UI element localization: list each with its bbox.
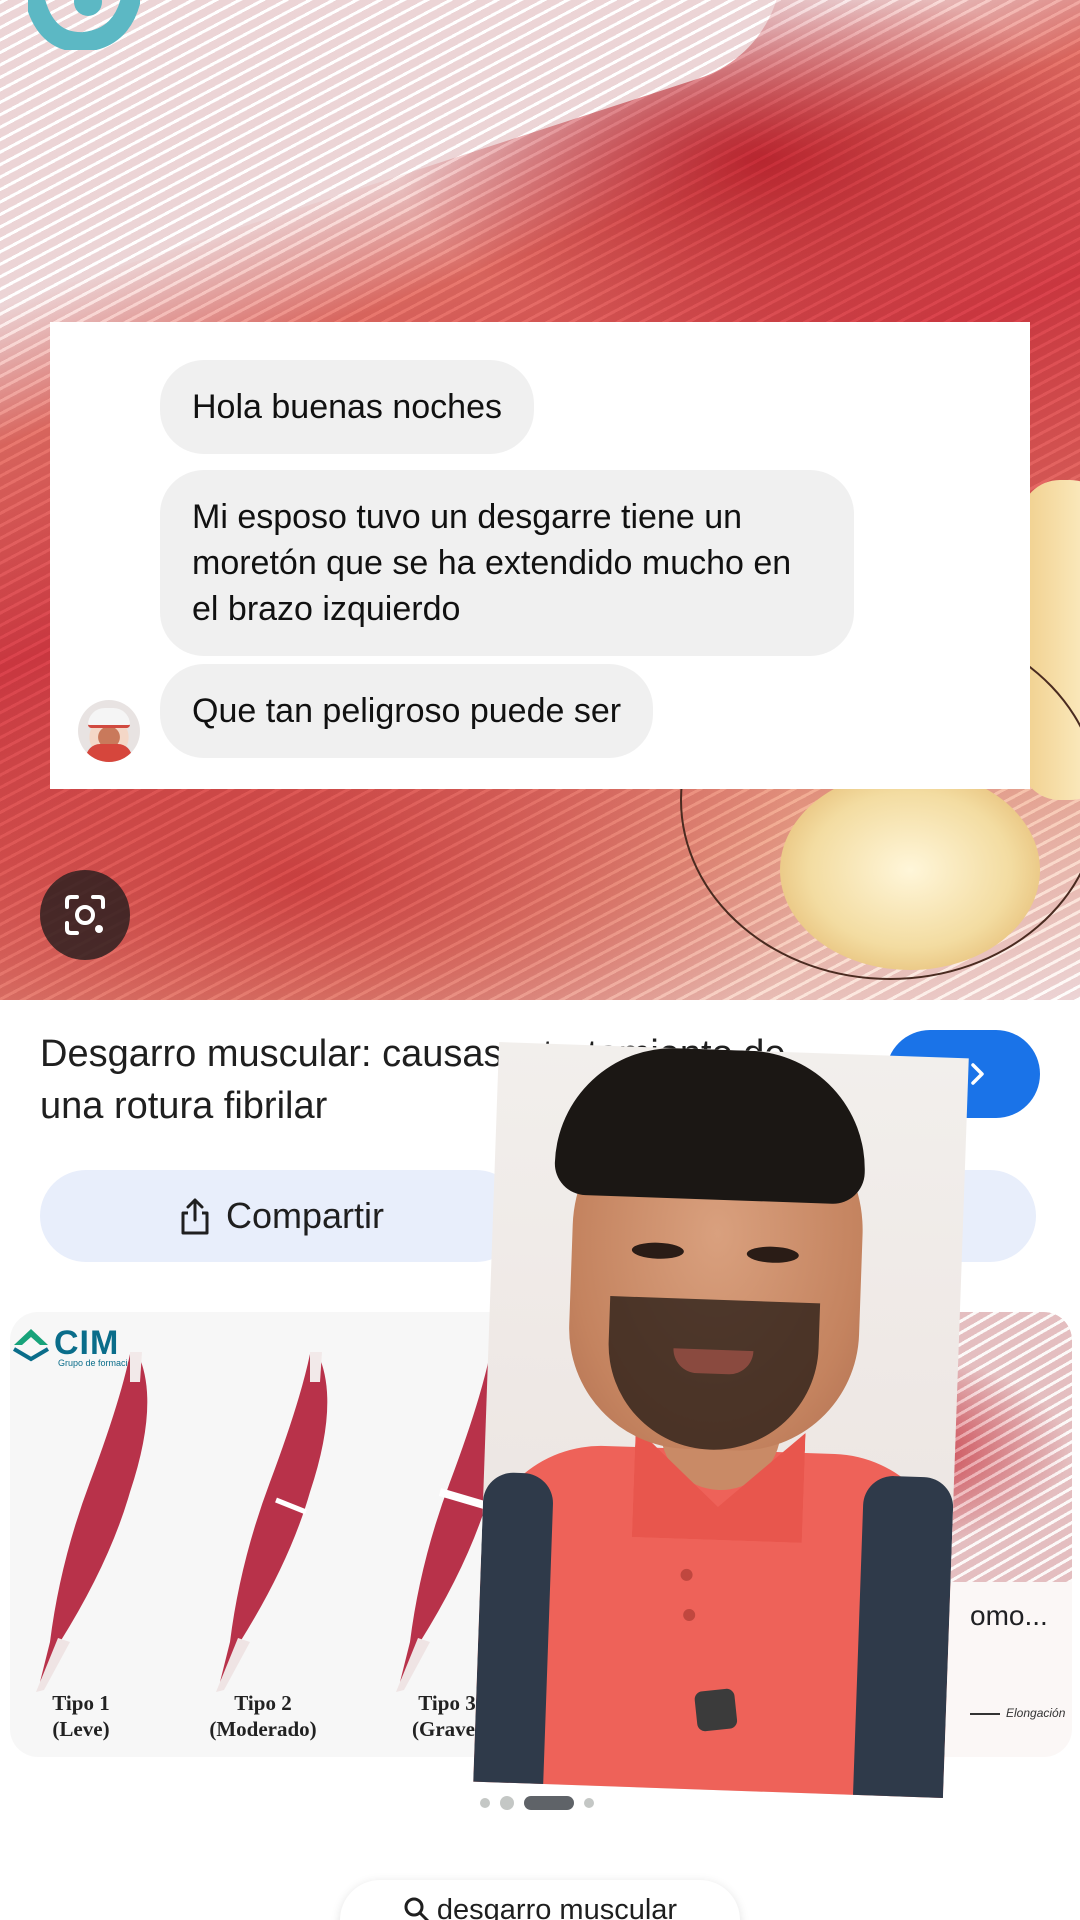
chat-screenshot: Hola buenas noches Mi esposo tuvo un des… — [50, 322, 1030, 789]
pager-dot[interactable] — [480, 1798, 490, 1808]
chat-message: Hola buenas noches — [160, 360, 535, 454]
chat-message: Mi esposo tuvo un desgarre tiene un more… — [160, 470, 854, 656]
lens-icon — [65, 895, 105, 935]
muscle-type-severity: (Moderado) — [209, 1717, 317, 1741]
chat-message: Que tan peligroso puede ser — [160, 664, 654, 758]
muscle-label-type-1: Tipo 1 (Leve) — [26, 1690, 136, 1742]
label-line — [970, 1713, 1000, 1715]
muscle-type-severity: (Leve) — [52, 1717, 110, 1741]
muscle-diagram-type-1 — [36, 1352, 148, 1692]
muscle-type-name: Tipo 1 — [52, 1691, 110, 1715]
search-query: desgarro muscular — [436, 1894, 678, 1920]
backpack-strap — [852, 1475, 955, 1798]
presenter-hair — [553, 1044, 869, 1205]
related-image-card[interactable]: CIM Grupo de formación Tipo 1 (Leve) Tip… — [10, 1312, 534, 1757]
shirt-badge — [693, 1688, 738, 1732]
backpack-strap — [473, 1471, 555, 1798]
share-icon — [181, 1198, 209, 1235]
diagram-label: Elongación — [1006, 1706, 1066, 1720]
pager-dot[interactable] — [500, 1796, 514, 1810]
lens-button[interactable] — [40, 870, 130, 960]
pager-dot[interactable] — [584, 1798, 594, 1808]
pager-dot-active[interactable] — [524, 1796, 574, 1810]
carousel-pager — [480, 1796, 594, 1810]
search-icon — [404, 1897, 430, 1920]
search-chip[interactable]: desgarro muscular — [340, 1880, 740, 1920]
avatar — [78, 700, 140, 762]
avatar-shirt — [86, 744, 132, 762]
muscle-type-name: Tipo 2 — [234, 1691, 292, 1715]
joint-shape — [780, 770, 1040, 970]
related-image-caption: omo... — [970, 1600, 1048, 1631]
share-button[interactable]: Compartir — [40, 1170, 522, 1262]
avatar-cap — [88, 708, 130, 728]
chevron-right-icon — [971, 1063, 985, 1085]
share-button-label: Compartir — [225, 1195, 385, 1236]
muscle-label-type-2: Tipo 2 (Moderado) — [208, 1690, 318, 1742]
muscle-diagram-type-2 — [216, 1352, 328, 1692]
brand-logo — [28, 0, 140, 50]
presenter-video — [473, 1042, 969, 1798]
